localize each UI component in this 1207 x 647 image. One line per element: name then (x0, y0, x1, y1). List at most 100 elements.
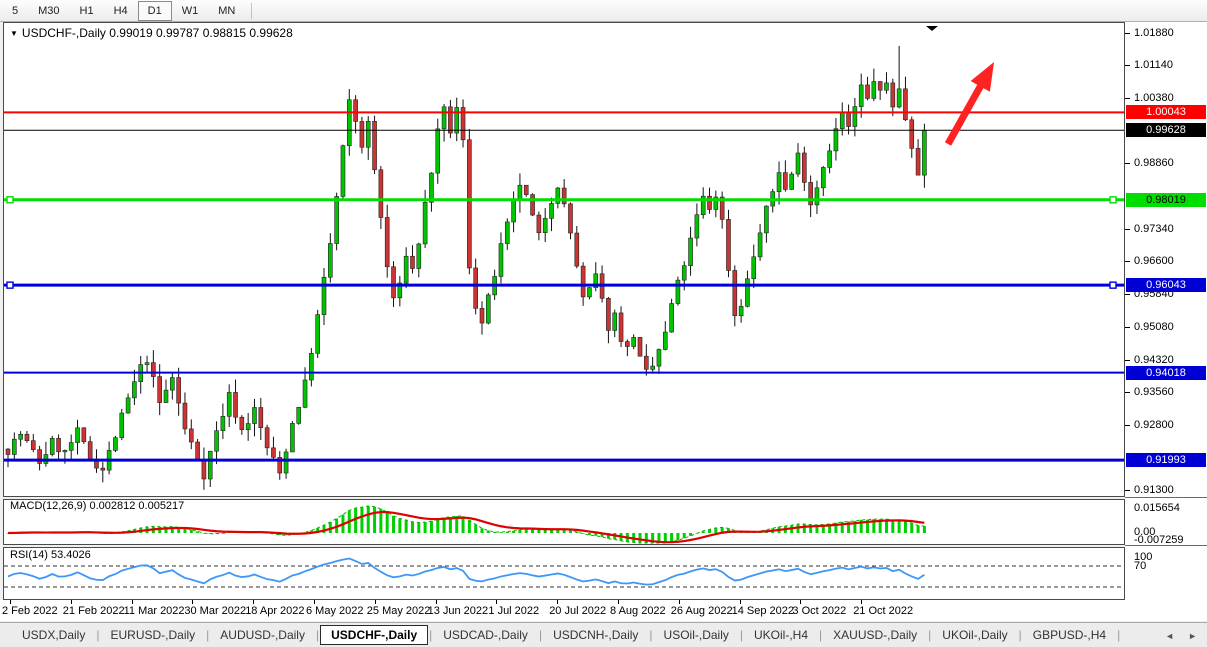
macd-label: MACD(12,26,9) 0.002812 0.005217 (10, 500, 184, 512)
timeframe-button-5[interactable]: 5 (2, 1, 28, 21)
date-label: 25 May 2022 (367, 605, 431, 617)
tab-ukoil-daily[interactable]: UKOil-,Daily (932, 625, 1017, 645)
date-tick-mark (861, 600, 862, 604)
main-chart-panel[interactable] (3, 22, 1125, 497)
price-tick-mark (1125, 65, 1130, 66)
price-tick-label: 0.95080 (1134, 321, 1174, 333)
tab-usdx-daily[interactable]: USDX,Daily (12, 625, 95, 645)
price-tick-mark (1125, 33, 1130, 34)
timeframe-button-h4[interactable]: H4 (104, 1, 138, 21)
price-tick-label: 1.01140 (1134, 59, 1173, 71)
tab-separator: | (1116, 628, 1121, 642)
chart-shift-marker-icon (926, 26, 938, 31)
date-tick-mark (314, 600, 315, 604)
date-label: 13 Jun 2022 (428, 605, 489, 617)
tab-scroll-right-icon[interactable]: ► (1188, 631, 1197, 641)
price-tick-label: 0.94320 (1134, 354, 1174, 366)
price-tick-label: 0.98860 (1134, 157, 1174, 169)
tab-scroll-left-icon[interactable]: ◄ (1165, 631, 1174, 641)
date-label: 21 Oct 2022 (853, 605, 913, 617)
price-tick-label: 0.93560 (1134, 386, 1174, 398)
price-tick-mark (1125, 229, 1130, 230)
tab-eurusd-daily[interactable]: EURUSD-,Daily (100, 625, 205, 645)
date-tick-mark (436, 600, 437, 604)
price-tick-mark (1125, 490, 1130, 491)
tab-audusd-daily[interactable]: AUDUSD-,Daily (210, 625, 315, 645)
timeframe-button-mn[interactable]: MN (208, 1, 245, 21)
date-tick-mark (800, 600, 801, 604)
timeframe-button-h1[interactable]: H1 (70, 1, 104, 21)
date-label: 14 Sep 2022 (732, 605, 794, 617)
tab-usdchf-daily[interactable]: USDCHF-,Daily (320, 625, 428, 645)
tab-usdcnh-daily[interactable]: USDCNH-,Daily (543, 625, 648, 645)
price-level-badge: 0.96043 (1126, 278, 1206, 292)
price-tick-mark (1125, 294, 1130, 295)
date-label: 2 Feb 2022 (2, 605, 58, 617)
price-tick-mark (1125, 392, 1130, 393)
tab-usoil-daily[interactable]: USOil-,Daily (654, 625, 739, 645)
candlestick-chart-canvas[interactable] (4, 23, 1124, 496)
price-tick-label: 1.00380 (1134, 92, 1174, 104)
price-level-badge: 0.91993 (1126, 453, 1206, 467)
rsi-panel[interactable] (3, 547, 1125, 600)
price-tick-mark (1125, 425, 1130, 426)
date-label: 3 Oct 2022 (792, 605, 846, 617)
macd-axis-label: 0.015654 (1134, 502, 1180, 514)
rsi-label: RSI(14) 53.4026 (10, 549, 91, 561)
timeframe-button-d1[interactable]: D1 (138, 1, 172, 21)
date-label: 26 Aug 2022 (671, 605, 733, 617)
toolbar-separator (251, 3, 252, 19)
price-tick-label: 0.97340 (1134, 223, 1174, 235)
price-tick-mark (1125, 360, 1130, 361)
date-label: 21 Feb 2022 (63, 605, 125, 617)
price-level-badge: 0.99628 (1126, 123, 1206, 137)
date-tick-mark (192, 600, 193, 604)
price-tick-label: 0.96600 (1134, 255, 1174, 267)
rsi-axis-label: 70 (1134, 560, 1146, 572)
rsi-line (8, 559, 924, 585)
date-label: 30 Mar 2022 (184, 605, 246, 617)
chart-tab-bar: USDX,Daily|EURUSD-,Daily|AUDUSD-,Daily|U… (0, 622, 1207, 647)
date-label: 8 Aug 2022 (610, 605, 666, 617)
price-tick-mark (1125, 261, 1130, 262)
price-tick-mark (1125, 98, 1130, 99)
date-tick-mark (496, 600, 497, 604)
tab-scroll-arrows: ◄► (1165, 623, 1197, 647)
macd-axis-label: -0.007259 (1134, 534, 1184, 546)
date-label: 18 Apr 2022 (245, 605, 304, 617)
price-level-badge: 0.94018 (1126, 366, 1206, 380)
date-tick-mark (557, 600, 558, 604)
price-level-badge: 1.00043 (1126, 105, 1206, 119)
price-level-badge: 0.98019 (1126, 193, 1206, 207)
tab-ukoil-h4[interactable]: UKOil-,H4 (744, 625, 818, 645)
date-axis[interactable]: 2 Feb 2022 21 Feb 202211 Mar 202230 Mar 2… (0, 600, 1207, 621)
symbol-dropdown-icon: ▼ (10, 29, 18, 38)
tab-usdcad-daily[interactable]: USDCAD-,Daily (433, 625, 538, 645)
price-axis[interactable]: 1.018801.011401.003800.988600.973400.966… (1125, 22, 1207, 600)
price-tick-label: 0.91300 (1134, 484, 1174, 496)
horizontal-level-lines (4, 112, 1124, 460)
date-label: 6 May 2022 (306, 605, 363, 617)
chart-title: ▼ USDCHF-,Daily 0.99019 0.99787 0.98815 0… (10, 26, 293, 40)
date-label: 20 Jul 2022 (549, 605, 606, 617)
timeframe-button-w1[interactable]: W1 (172, 1, 209, 21)
date-tick-mark (71, 600, 72, 604)
date-tick-mark (132, 600, 133, 604)
date-tick-mark (375, 600, 376, 604)
price-tick-mark (1125, 327, 1130, 328)
rsi-canvas (4, 548, 1124, 599)
price-tick-label: 0.92800 (1134, 419, 1174, 431)
timeframe-button-m30[interactable]: M30 (28, 1, 69, 21)
chart-symbol-label: USDCHF-,Daily (22, 26, 106, 40)
date-tick-mark (740, 600, 741, 604)
date-tick-mark (679, 600, 680, 604)
tab-xauusd-daily[interactable]: XAUUSD-,Daily (823, 625, 927, 645)
date-tick-mark (10, 600, 11, 604)
chart-ohlc-values: 0.99019 0.99787 0.98815 0.99628 (109, 26, 293, 40)
trend-arrow-annotation[interactable] (945, 62, 994, 146)
price-tick-mark (1125, 163, 1130, 164)
tab-gbpusd-h4[interactable]: GBPUSD-,H4 (1023, 625, 1116, 645)
date-tick-mark (618, 600, 619, 604)
date-label: 11 Mar 2022 (124, 605, 185, 617)
timeframe-toolbar[interactable]: 5M30H1H4D1W1MN (0, 0, 1207, 22)
